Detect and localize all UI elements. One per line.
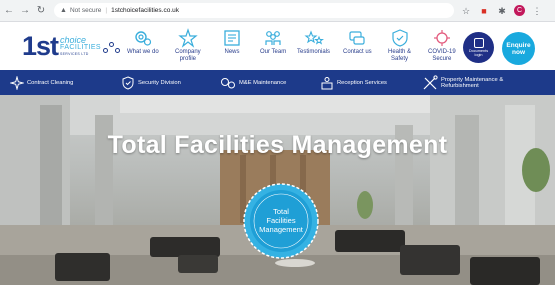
service-label: Contract Cleaning [27,79,74,86]
nav-news[interactable]: News [222,28,242,56]
service-contract-cleaning[interactable]: Contract Cleaning [10,70,73,95]
url-text: 1stchoicefacilities.co.uk [111,7,179,14]
forward-icon[interactable]: → [18,4,32,18]
service-reception-services[interactable]: Reception Services [320,70,387,95]
nav-label: Our Team [260,49,287,55]
shield-check-icon [122,75,134,90]
document-icon [473,38,484,48]
hero-title: Total Facilities Management [107,131,448,159]
logo-subtext: choice FACILITIES SERVICES LTD [60,35,101,58]
warning-icon: ▲ [60,7,67,14]
services-bar: Contract Cleaning Security Division M&E … [0,70,555,95]
back-icon[interactable]: ← [2,4,16,18]
url-separator: | [105,7,108,14]
nav-testimonials[interactable]: Testimonials [297,28,330,56]
team-icon [265,31,281,45]
enquire-now-button[interactable]: Enquire now [502,32,535,65]
menu-icon[interactable]: ⋮ [531,5,543,17]
service-label: Reception Services [337,79,387,86]
service-me-maintenance[interactable]: M&E Maintenance [220,70,286,95]
documents-login-button[interactable]: Documents login [463,32,494,63]
extension-icon[interactable]: ■ [478,5,490,17]
nav-label: Company profile [175,49,201,62]
logo[interactable]: 1st choice FACILITIES SERVICES LTD [22,31,101,61]
shield-icon [391,29,408,47]
puzzle-icon[interactable]: ✱ [496,5,508,17]
nav-label: What we do [127,49,159,55]
logo-line3: SERVICES LTD [60,52,89,56]
newspaper-icon [224,30,240,46]
star-icon[interactable]: ☆ [460,5,472,17]
hero-badge-text: Total Facilities Management [259,207,303,234]
sparkle-icon [10,75,24,90]
logo-dots-icon [103,42,121,56]
nav-label: COVID-19 Secure [428,49,456,62]
nav-health-safety[interactable]: Health & Safety [388,28,411,63]
nav-label: Testimonials [297,49,331,55]
tools-icon [423,74,438,89]
stars-icon [178,28,198,48]
service-label: Security Division [138,79,181,86]
security-label: Not secure [69,7,102,14]
nav-what-we-do[interactable]: What we do [127,28,159,56]
gears-icon [221,77,235,88]
browser-toolbar: ← → ↻ ▲ Not secure | 1stchoicefacilities… [0,0,555,22]
service-property-maintenance[interactable]: Property Maintenance & Refurbishment [422,70,503,95]
nav-label: Health & Safety [388,49,412,62]
service-security-division[interactable]: Security Division [121,70,181,95]
reload-icon[interactable]: ↻ [34,4,48,18]
nav-contact-us[interactable]: Contact us [343,28,372,56]
site-header: 1st choice FACILITIES SERVICES LTD What … [0,22,555,70]
nav-covid-secure[interactable]: COVID-19 Secure [428,28,456,63]
hero-banner: Total Facilities Management Total Facili… [0,95,555,285]
cogs-icon [135,31,151,46]
virus-icon [433,30,450,46]
service-label: Property Maintenance & Refurbishment [441,76,504,89]
stars-sparkle-icon [303,30,324,45]
service-label: M&E Maintenance [239,79,287,86]
documents-login-label: Documents login [468,49,489,57]
nav-our-team[interactable]: Our Team [260,28,286,56]
logo-line1: choice [60,35,87,45]
reception-icon [321,76,333,89]
nav-company-profile[interactable]: Company profile [175,28,201,63]
nav-label: Contact us [343,49,372,55]
logo-line2: FACILITIES [60,44,101,51]
nav-label: News [224,49,240,55]
logo-main: 1st [22,31,59,61]
profile-avatar[interactable]: C [514,5,525,16]
address-bar[interactable]: ▲ Not secure | 1stchoicefacilities.co.uk [54,3,454,18]
chat-icon [349,31,365,45]
